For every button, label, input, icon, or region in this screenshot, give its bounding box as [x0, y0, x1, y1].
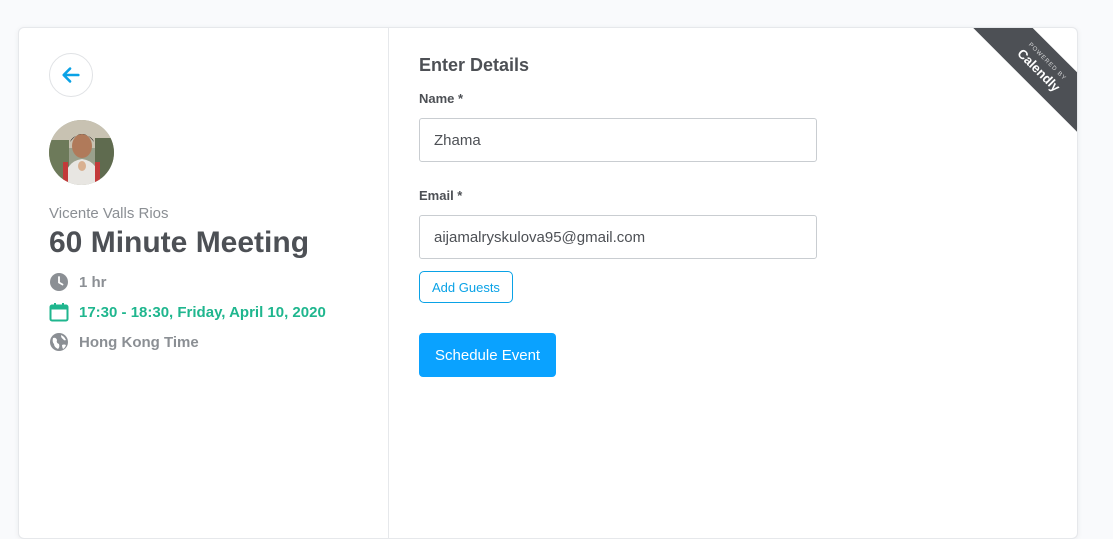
add-guests-button[interactable]: Add Guests	[419, 271, 513, 303]
calendar-icon	[49, 303, 69, 322]
powered-by-ribbon[interactable]: POWERED BY Calendly	[970, 28, 1077, 132]
clock-icon	[50, 273, 68, 291]
timezone-row: Hong Kong Time	[49, 332, 199, 352]
host-avatar	[49, 120, 114, 185]
event-title: 60 Minute Meeting	[49, 226, 310, 259]
email-field[interactable]	[419, 215, 817, 259]
section-title: Enter Details	[419, 55, 530, 75]
datetime-row: 17:30 - 18:30, Friday, April 10, 2020	[49, 302, 326, 322]
duration-row: 1 hr	[49, 272, 107, 292]
globe-icon	[50, 333, 68, 351]
email-label: Email *	[419, 188, 463, 203]
name-field[interactable]	[419, 118, 817, 162]
datetime-text: 17:30 - 18:30, Friday, April 10, 2020	[79, 303, 326, 321]
host-name: Vicente Valls Rios	[49, 205, 169, 222]
name-label: Name *	[419, 91, 464, 106]
schedule-event-button[interactable]: Schedule Event	[419, 333, 557, 377]
arrow-left-icon	[62, 67, 80, 83]
duration-text: 1 hr	[79, 273, 107, 291]
booking-card: Vicente Valls Rios 60 Minute Meeting 1 h…	[18, 27, 1078, 539]
back-button[interactable]	[49, 53, 93, 97]
timezone-text: Hong Kong Time	[79, 333, 199, 351]
event-details-panel: Vicente Valls Rios 60 Minute Meeting 1 h…	[19, 28, 389, 538]
